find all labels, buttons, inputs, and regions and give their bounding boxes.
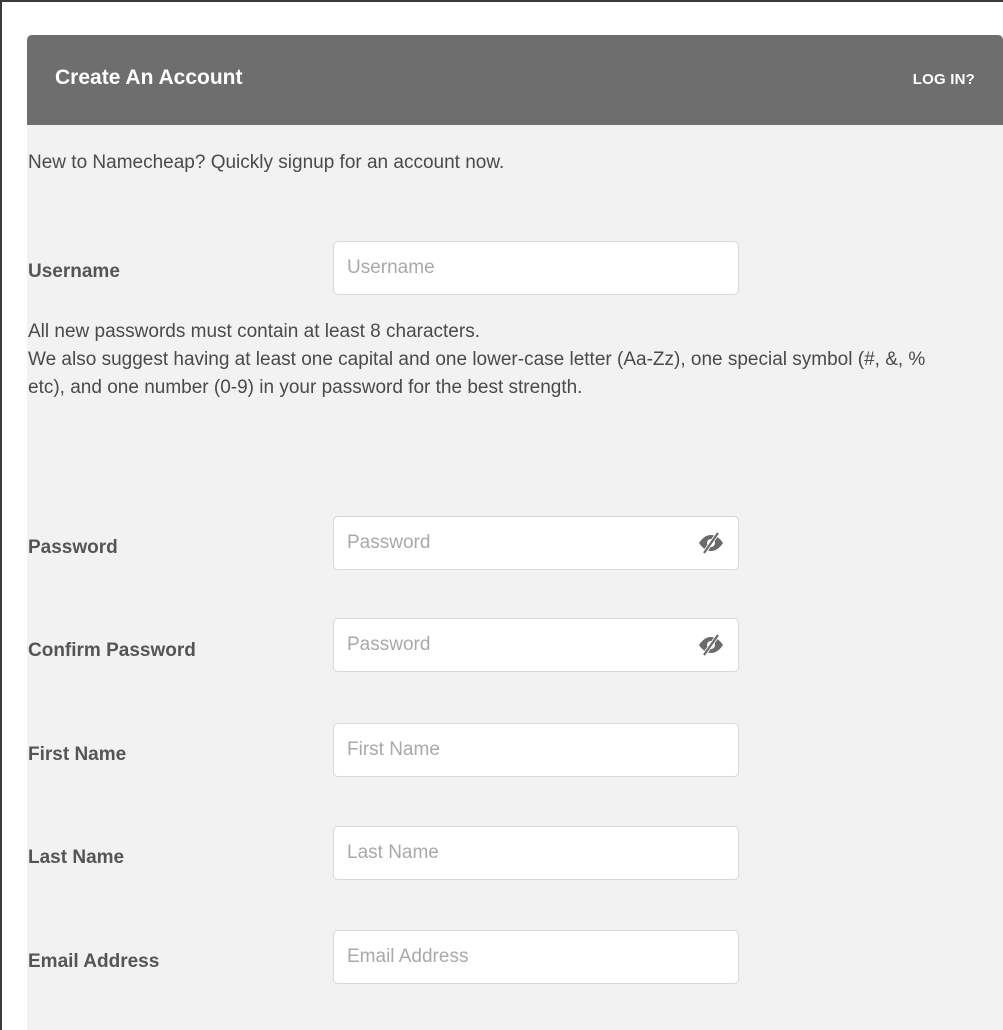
- password-hint-line1: All new passwords must contain at least …: [28, 321, 480, 342]
- page-title: Create An Account: [55, 66, 243, 89]
- first-name-label: First Name: [28, 744, 127, 765]
- confirm-password-label: Confirm Password: [28, 640, 196, 661]
- email-label: Email Address: [28, 951, 160, 972]
- eye-off-icon[interactable]: [697, 633, 725, 657]
- email-input[interactable]: [333, 930, 739, 984]
- confirm-password-input[interactable]: [333, 618, 739, 672]
- password-hint-line2: We also suggest having at least one capi…: [28, 349, 926, 398]
- last-name-input[interactable]: [333, 826, 739, 880]
- last-name-label: Last Name: [28, 847, 125, 868]
- login-link[interactable]: LOG IN?: [913, 72, 975, 87]
- username-label: Username: [28, 261, 120, 282]
- eye-off-icon[interactable]: [697, 531, 725, 555]
- password-input[interactable]: [333, 516, 739, 570]
- first-name-input[interactable]: [333, 723, 739, 777]
- username-input[interactable]: [333, 241, 739, 295]
- password-label: Password: [28, 537, 118, 558]
- password-requirements: All new passwords must contain at least …: [28, 318, 948, 402]
- card-header: Create An Account LOG IN?: [27, 35, 1003, 125]
- intro-text: New to Namecheap? Quickly signup for an …: [28, 152, 505, 173]
